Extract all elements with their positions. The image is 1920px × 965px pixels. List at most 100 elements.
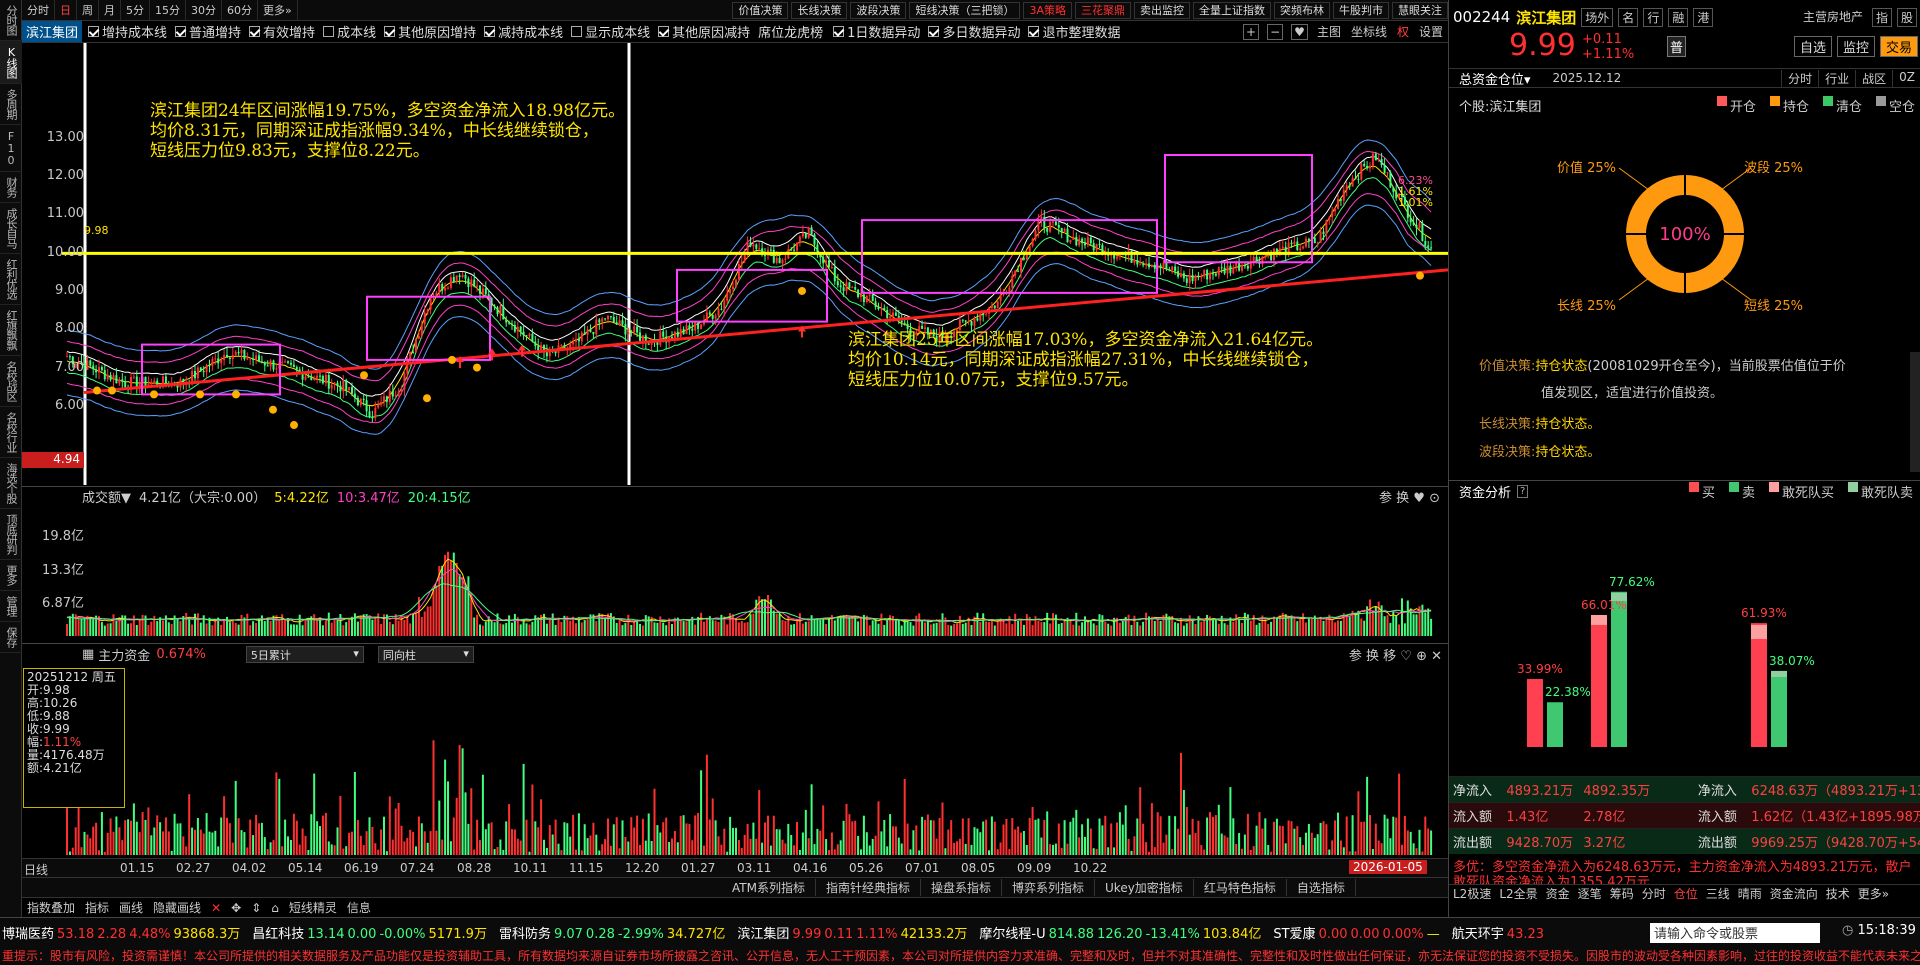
period-button[interactable]: 30分 <box>186 0 222 21</box>
tool-icon[interactable]: ✥ <box>231 901 241 915</box>
period-button[interactable]: 更多» <box>258 0 298 21</box>
period-button[interactable]: 60分 <box>222 0 258 21</box>
indicator-tab[interactable]: Ukey加密指标 <box>1095 879 1194 896</box>
indicator-checkbox[interactable]: 退市整理数据 <box>1028 22 1120 41</box>
help-icon[interactable]: ? <box>1517 485 1529 498</box>
sidebar-item[interactable]: K线图 <box>0 41 22 84</box>
ticker-item[interactable]: 航天环宇 43.23 <box>1452 923 1553 942</box>
decision-state[interactable]: 持仓状态 <box>1535 359 1587 374</box>
quote-tab[interactable]: 场外 <box>1581 7 1614 27</box>
position-subtab[interactable]: 0Z <box>1892 69 1920 87</box>
ticker-item[interactable]: 昌红科技 13.14 0.00 -0.00% 5171.9万 <box>252 923 487 942</box>
drawing-tool[interactable]: 信息 <box>347 899 371 916</box>
tool-icon[interactable]: + <box>1243 23 1260 40</box>
indicator-checkbox[interactable]: 1日数据异动 <box>833 22 920 41</box>
indicator-tab[interactable]: 红马特色指标 <box>1194 879 1287 896</box>
sidebar-item[interactable]: F10 <box>0 125 22 172</box>
indicator-checkbox[interactable]: 其他原因增持 <box>384 22 476 41</box>
position-subtab[interactable]: 战区 <box>1855 69 1892 87</box>
indicator-checkbox[interactable]: 显示成本线 <box>571 22 650 41</box>
period-button[interactable]: 5分 <box>121 0 150 21</box>
ticker-item[interactable]: 滨江集团 9.99 0.11 1.11% 42133.2万 <box>737 923 967 942</box>
strategy-button[interactable]: 长线决策 <box>791 1 848 19</box>
tool-icon[interactable]: − <box>1267 23 1284 40</box>
stock-tag[interactable]: 滨江集团 <box>22 21 83 42</box>
funds-tools[interactable]: 参 换 移 ♡ ⊕ ✕ <box>1349 645 1442 664</box>
period-button[interactable]: 日 <box>55 0 77 21</box>
footer-tab[interactable]: 资金流向 <box>1770 885 1818 902</box>
period-button[interactable]: 15分 <box>150 0 186 21</box>
quote-tab[interactable]: 名 <box>1618 7 1639 27</box>
industry-tag[interactable]: 主营房地产 <box>1803 8 1863 27</box>
footer-tab[interactable]: 更多» <box>1858 885 1889 902</box>
period-button[interactable]: 分时 <box>22 0 55 21</box>
strategy-button[interactable]: 短线决策（三把锁） <box>909 1 1021 19</box>
sidebar-item[interactable]: 名校战区 <box>0 356 22 407</box>
indicator-checkbox[interactable]: 有效增持 <box>249 22 315 41</box>
footer-tab[interactable]: 技术 <box>1826 885 1850 902</box>
footer-tab[interactable]: 分时 <box>1642 885 1666 902</box>
sidebar-item[interactable]: 海选个股 <box>0 458 22 509</box>
sidebar-item[interactable]: 顶底研判 <box>0 509 22 560</box>
indicator-tab[interactable]: 自选指标 <box>1287 879 1356 896</box>
footer-tab[interactable]: 逐笔 <box>1578 885 1602 902</box>
ticker-item[interactable]: 摩尔线程-U 814.88 126.20 -13.41% 103.84亿 <box>979 923 1261 942</box>
quote-tab[interactable]: 港 <box>1693 7 1714 27</box>
sidebar-item[interactable]: 红利优选 <box>0 254 22 305</box>
stock-name[interactable]: 滨江集团 <box>1516 7 1576 28</box>
industry-tag[interactable]: 指 <box>1871 7 1892 27</box>
indicator-tab[interactable]: ATM系列指标 <box>722 879 816 896</box>
indicator-checkbox[interactable]: 减持成本线 <box>484 22 563 41</box>
chart-option[interactable]: 坐标线 <box>1351 23 1387 40</box>
chart-option[interactable]: 主图 <box>1317 23 1341 40</box>
axis-left-label[interactable]: 日线 <box>24 861 48 878</box>
chart-option[interactable]: 设置 <box>1419 23 1443 40</box>
volume-tools[interactable]: 参 换 ♥ ⊙ <box>1379 487 1440 506</box>
accum-select[interactable]: 5日累计 <box>245 646 364 663</box>
strategy-button[interactable]: 牛股判市 <box>1333 1 1389 19</box>
strategy-button[interactable]: 全量上证指数 <box>1193 1 1271 19</box>
indicator-tab[interactable]: 操盘系指标 <box>921 879 1002 896</box>
tool-icon[interactable]: ⇕ <box>251 901 261 915</box>
footer-tab[interactable]: 筹码 <box>1610 885 1634 902</box>
sidebar-item[interactable]: 多周期 <box>0 84 22 125</box>
indicator-plain[interactable]: 席位龙虎榜 <box>758 22 823 41</box>
drawing-tool[interactable]: 指标 <box>85 899 109 916</box>
footer-tab[interactable]: 晴雨 <box>1738 885 1762 902</box>
industry-tag[interactable]: 股 <box>1896 7 1917 27</box>
drawing-tool[interactable]: 隐藏画线 <box>153 899 201 916</box>
action-button[interactable]: 自选 <box>1793 36 1832 57</box>
strategy-button[interactable]: 慧眼关注 <box>1392 1 1448 19</box>
footer-tab[interactable]: L2极速 <box>1453 885 1491 902</box>
indicator-checkbox[interactable]: 多日数据异动 <box>928 22 1020 41</box>
position-subtab[interactable]: 分时 <box>1781 69 1818 87</box>
decision-state[interactable]: 持仓状态。 <box>1535 445 1600 460</box>
strategy-button[interactable]: 波段决策 <box>850 1 907 19</box>
volume-title[interactable]: 成交额▼ <box>82 487 131 506</box>
main-kline-chart[interactable]: 13.00 12.00 11.00 10.00 9.00 8.00 7.00 6.00 4.9… <box>22 43 1448 485</box>
sidebar-item[interactable]: 红旗飘飘 <box>0 305 22 356</box>
position-tab-title[interactable]: 总资金仓位▾ <box>1459 69 1531 88</box>
indicator-checkbox[interactable]: 增持成本线 <box>88 22 167 41</box>
period-button[interactable]: 周 <box>77 0 99 21</box>
footer-tab[interactable]: 仓位 <box>1674 885 1698 902</box>
ticker-item[interactable]: ST爱康 0.00 0.00 0.00% — <box>1273 923 1439 942</box>
action-button[interactable]: 监控 <box>1836 36 1875 57</box>
footer-tab[interactable]: L2全景 <box>1499 885 1537 902</box>
indicator-tab[interactable]: 指南针经典指标 <box>816 879 921 896</box>
ticker-item[interactable]: 雷科防务 9.07 0.28 -2.99% 34.727亿 <box>499 923 725 942</box>
command-input[interactable]: 请输入命令或股票 <box>1650 923 1820 943</box>
decision-state[interactable]: 持仓状态。 <box>1535 417 1600 432</box>
strategy-button[interactable]: 突频布林 <box>1274 1 1330 19</box>
quote-tab[interactable]: 融 <box>1668 7 1689 27</box>
sidebar-item[interactable]: 管理 <box>0 591 22 622</box>
bar-mode-select[interactable]: 同向柱 <box>377 646 474 663</box>
quote-tab[interactable]: 行 <box>1643 7 1664 27</box>
sidebar-item[interactable]: 分时图 <box>0 0 22 41</box>
drawing-tool[interactable]: 画线 <box>119 899 143 916</box>
footer-tab[interactable]: 三线 <box>1706 885 1730 902</box>
sidebar-item[interactable]: 保存 <box>0 622 22 653</box>
period-button[interactable]: 月 <box>99 0 121 21</box>
sidebar-item[interactable]: 更多 <box>0 560 22 591</box>
sidebar-item[interactable]: 财务 <box>0 172 22 203</box>
